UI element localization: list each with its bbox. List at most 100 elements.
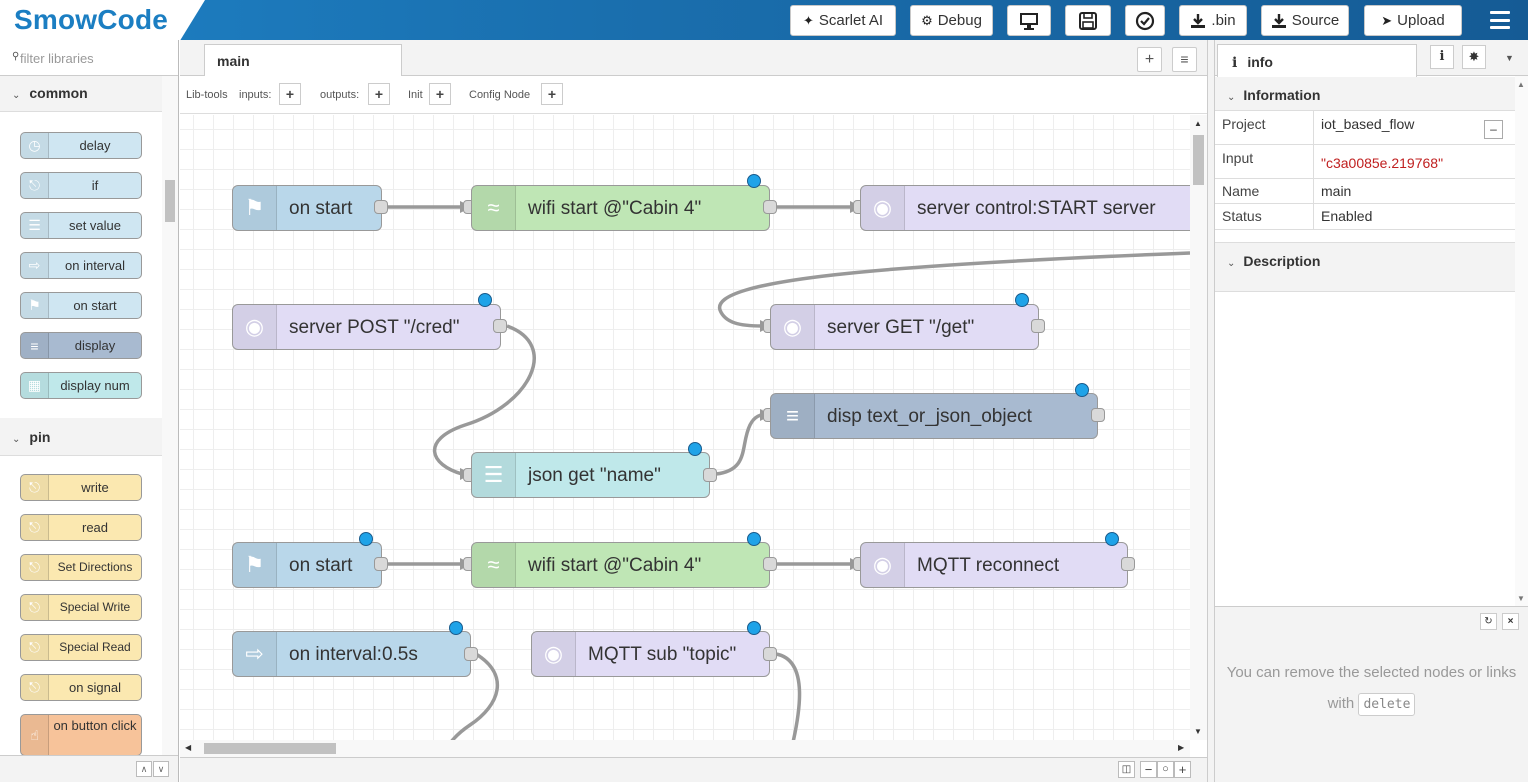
zoom-reset-button[interactable]: ○	[1157, 761, 1174, 778]
collapse-all-button[interactable]: ∧	[136, 761, 152, 777]
tab-main[interactable]: main	[204, 44, 402, 77]
prop-value: main	[1321, 183, 1352, 199]
close-icon[interactable]: ×	[1502, 613, 1519, 630]
output-port[interactable]	[763, 200, 777, 214]
add-init-button[interactable]: +	[429, 83, 451, 105]
output-port[interactable]	[374, 200, 388, 214]
scroll-down-icon[interactable]: ▼	[1194, 727, 1202, 736]
debug-bug-button[interactable]: ✸	[1462, 45, 1486, 69]
flow-node-mqtt-sub[interactable]: ◉ MQTT sub "topic"	[531, 631, 770, 677]
add-tab-button[interactable]: +	[1137, 47, 1162, 72]
zoom-out-button[interactable]: −	[1140, 761, 1157, 778]
prop-row-input: Input "c3a0085e.219768"	[1215, 145, 1515, 179]
palette-node-on-signal[interactable]: ⎋ on signal	[20, 674, 142, 701]
palette-node-set-value[interactable]: ☰ set value	[20, 212, 142, 239]
palette-scroll-thumb[interactable]	[165, 180, 175, 222]
map-icon[interactable]: ◫	[1118, 761, 1135, 778]
flow-node-server-control[interactable]: ◉ server control:START server	[860, 185, 1190, 231]
scarlet-ai-button[interactable]: ✦ Scarlet AI	[790, 5, 896, 36]
refresh-icon[interactable]: ↻	[1480, 613, 1497, 630]
scroll-down-icon[interactable]: ▼	[1517, 594, 1525, 603]
canvas-hscroll-thumb[interactable]	[204, 743, 336, 754]
scroll-up-icon[interactable]: ▲	[1194, 119, 1202, 128]
list-icon: ≡	[21, 333, 49, 358]
palette-node-read[interactable]: ⎋ read	[20, 514, 142, 541]
category-common-header[interactable]: ⌄ common	[0, 76, 162, 112]
palette-node-on-interval[interactable]: ⇨ on interval	[20, 252, 142, 279]
wire	[715, 413, 763, 476]
flow-node-wifi-start[interactable]: ≈ wifi start @"Cabin 4"	[471, 542, 770, 588]
output-port[interactable]	[763, 557, 777, 571]
palette-search[interactable]: ⚲ filter libraries	[0, 40, 178, 76]
category-pin-header[interactable]: ⌄ pin	[0, 418, 162, 456]
palette-node-on-start[interactable]: ⚑ on start	[20, 292, 142, 319]
output-port[interactable]	[493, 319, 507, 333]
add-config-button[interactable]: +	[541, 83, 563, 105]
source-download-button[interactable]: Source	[1261, 5, 1349, 36]
sidebar-splitter[interactable]	[1207, 40, 1215, 782]
bin-download-button[interactable]: .bin	[1179, 5, 1247, 36]
flow-node-on-start[interactable]: ⚑ on start	[232, 185, 382, 231]
output-port[interactable]	[464, 647, 478, 661]
flow-node-json-get[interactable]: ☰ json get "name"	[471, 452, 710, 498]
flow-node-on-start[interactable]: ⚑ on start	[232, 542, 382, 588]
zoom-in-button[interactable]: +	[1174, 761, 1191, 778]
output-port[interactable]	[1031, 319, 1045, 333]
sidebar-scrollbar[interactable]: ▲ ▼	[1515, 76, 1528, 606]
flow-canvas[interactable]: ⚑ on start ≈ wifi start @"Cabin 4" ◉ ser…	[180, 115, 1190, 740]
flow-node-on-interval[interactable]: ⇨ on interval:0.5s	[232, 631, 471, 677]
palette-node-on-button-click[interactable]: ☝ on button click	[20, 714, 142, 756]
description-section-header[interactable]: ⌄ Description	[1215, 242, 1515, 292]
save-button[interactable]	[1065, 5, 1111, 36]
monitor-button[interactable]	[1007, 5, 1051, 36]
palette-node-write[interactable]: ⎋ write	[20, 474, 142, 501]
palette-node-if[interactable]: ⎋ if	[20, 172, 142, 199]
source-label: Source	[1291, 12, 1340, 29]
upload-button[interactable]: ➤ Upload	[1364, 5, 1462, 36]
flow-node-server-get[interactable]: ◉ server GET "/get"	[770, 304, 1039, 350]
palette-node-set-directions[interactable]: ⎋ Set Directions	[20, 554, 142, 581]
output-port[interactable]	[1121, 557, 1135, 571]
canvas-vertical-scrollbar[interactable]: ▲ ▼	[1190, 115, 1207, 740]
flow-node-disp-text[interactable]: ≡ disp text_or_json_object	[770, 393, 1098, 439]
database-icon: ☰	[21, 213, 49, 238]
palette-node-special-read[interactable]: ⎋ Special Read	[20, 634, 142, 661]
flow-node-server-post[interactable]: ◉ server POST "/cred"	[232, 304, 501, 350]
collapse-project-button[interactable]: –	[1484, 120, 1503, 139]
menu-icon[interactable]	[1490, 11, 1510, 29]
sidebar-tabs: i info i ✸ ▼	[1215, 40, 1528, 77]
palette-scrollbar[interactable]	[162, 76, 178, 756]
palette-node-delay[interactable]: ◷ delay	[20, 132, 142, 159]
information-section-header[interactable]: ⌄ Information	[1215, 77, 1515, 111]
tab-info[interactable]: i info	[1217, 44, 1417, 77]
output-port[interactable]	[1091, 408, 1105, 422]
prop-value: Enabled	[1321, 208, 1373, 224]
prop-key: Input	[1222, 150, 1254, 166]
canvas-vscroll-thumb[interactable]	[1193, 135, 1204, 185]
sidebar-menu-icon[interactable]: ▼	[1505, 53, 1514, 63]
check-circle-icon	[1135, 11, 1155, 30]
debug-button[interactable]: ⚙ Debug	[910, 5, 993, 36]
add-output-button[interactable]: +	[368, 83, 390, 105]
palette-node-display[interactable]: ≡ display	[20, 332, 142, 359]
scroll-up-icon[interactable]: ▲	[1517, 80, 1525, 89]
flow-node-wifi-start[interactable]: ≈ wifi start @"Cabin 4"	[471, 185, 770, 231]
output-port[interactable]	[703, 468, 717, 482]
upload-label: Upload	[1397, 12, 1445, 29]
output-port[interactable]	[763, 647, 777, 661]
scroll-left-icon[interactable]: ◀	[185, 743, 191, 752]
list-flows-button[interactable]: ≡	[1172, 47, 1197, 72]
check-button[interactable]	[1125, 5, 1165, 36]
scroll-right-icon[interactable]: ▶	[1178, 743, 1184, 752]
info-tab-button[interactable]: i	[1430, 45, 1454, 69]
flow-node-label: wifi start @"Cabin 4"	[528, 555, 702, 576]
wifi-icon: ≈	[472, 186, 516, 230]
palette-node-display-num[interactable]: ▦ display num	[20, 372, 142, 399]
add-input-button[interactable]: +	[279, 83, 301, 105]
expand-all-button[interactable]: ∨	[153, 761, 169, 777]
canvas-horizontal-scrollbar[interactable]: ◀ ▶	[180, 740, 1190, 757]
flow-node-mqtt-reconnect[interactable]: ◉ MQTT reconnect	[860, 542, 1128, 588]
globe-icon: ◉	[233, 305, 277, 349]
palette-node-special-write[interactable]: ⎋ Special Write	[20, 594, 142, 621]
output-port[interactable]	[374, 557, 388, 571]
